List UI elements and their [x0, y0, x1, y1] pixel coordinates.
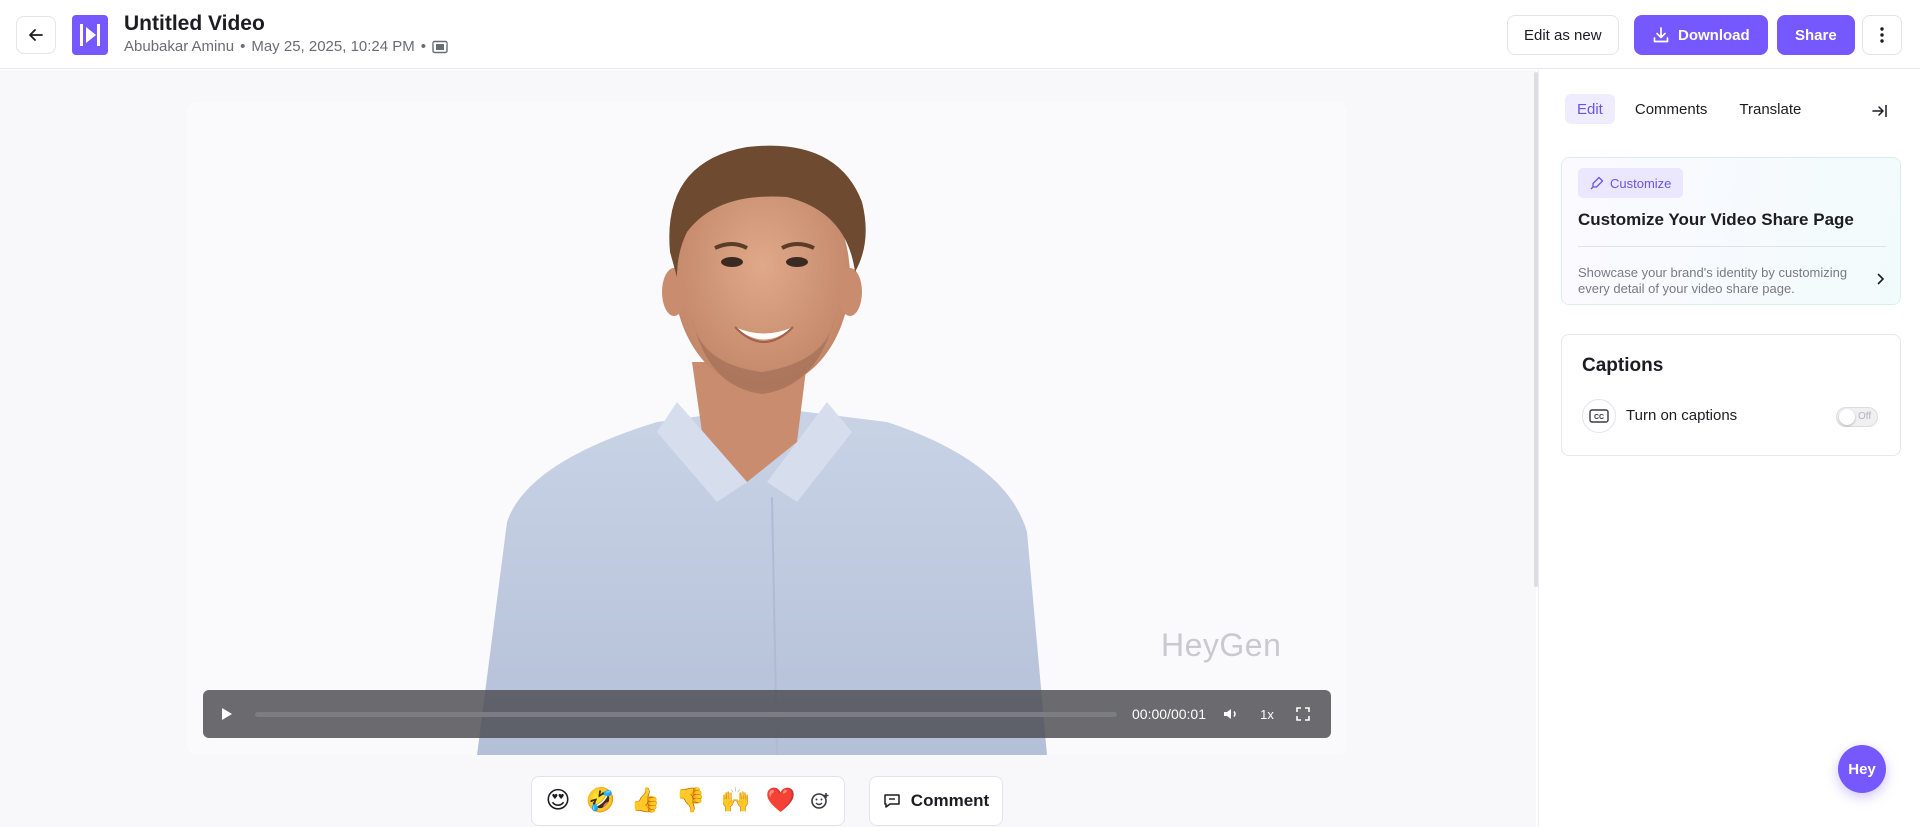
toggle-state-label: Off [1858, 411, 1872, 422]
customize-badge-label: Customize [1610, 175, 1672, 191]
reaction-heart-eyes[interactable]: 😍 [546, 789, 571, 813]
captions-toggle[interactable]: Off [1836, 407, 1878, 427]
reaction-raised-hands[interactable]: 🙌 [720, 789, 750, 813]
reaction-laughing[interactable]: 🤣 [586, 789, 616, 813]
fullscreen-button[interactable] [1289, 690, 1317, 738]
author-name: Abubakar Aminu [124, 38, 235, 55]
toggle-knob [1839, 409, 1855, 425]
arrow-left-icon [29, 29, 43, 41]
customize-description: Showcase your brand's identity by custom… [1578, 265, 1848, 296]
comment-label: Comment [910, 791, 990, 810]
tab-comments[interactable]: Comments [1623, 94, 1720, 124]
video-meta: Abubakar Aminu • May 25, 2025, 10:24 PM … [124, 38, 448, 55]
back-button[interactable] [16, 16, 56, 54]
comment-icon [884, 794, 900, 808]
divider [1578, 246, 1886, 247]
meta-separator: • [240, 38, 246, 55]
download-button[interactable]: Download [1634, 15, 1768, 55]
play-icon [222, 708, 232, 720]
svg-text:CC: CC [1594, 414, 1604, 421]
share-button[interactable]: Share [1777, 15, 1855, 55]
more-vertical-icon [1880, 27, 1884, 43]
hey-assistant-button[interactable]: Hey [1838, 745, 1886, 793]
chevron-right-icon [1872, 270, 1890, 288]
brush-icon [1590, 176, 1604, 190]
created-date: May 25, 2025, 10:24 PM [251, 38, 415, 55]
edit-as-new-button[interactable]: Edit as new [1507, 15, 1619, 55]
closed-captions-icon: CC [1582, 399, 1616, 433]
fullscreen-icon [1296, 707, 1310, 721]
tab-translate[interactable]: Translate [1727, 94, 1813, 124]
volume-button[interactable] [1217, 690, 1245, 738]
download-label: Download [1678, 26, 1750, 44]
progress-bar[interactable] [255, 712, 1117, 717]
video-title: Untitled Video [124, 12, 265, 35]
download-icon [1653, 27, 1669, 43]
collapse-panel-button[interactable] [1869, 100, 1891, 122]
comment-button[interactable]: Comment [869, 776, 1003, 826]
logo-mark-icon [80, 24, 100, 46]
playback-speed-button[interactable]: 1x [1253, 690, 1281, 738]
top-header: Untitled Video Abubakar Aminu • May 25, … [0, 0, 1920, 69]
captions-title: Captions [1582, 355, 1664, 376]
captions-label: Turn on captions [1626, 407, 1738, 424]
customize-title: Customize Your Video Share Page [1578, 210, 1854, 229]
panel-tabs: Edit Comments Translate [1565, 94, 1813, 124]
reaction-bar: 😍 🤣 👍 👎 🙌 ❤️ [531, 776, 845, 826]
volume-icon [1224, 709, 1236, 719]
customize-badge: Customize [1578, 168, 1684, 198]
more-options-button[interactable] [1862, 15, 1902, 55]
player-controls: 00:00/00:01 1x [203, 690, 1331, 738]
play-button[interactable] [215, 690, 239, 738]
time-display: 00:00/00:01 [1132, 706, 1206, 722]
captions-card: Captions CC Turn on captions Off [1561, 334, 1901, 456]
reaction-thumbs-up[interactable]: 👍 [631, 789, 661, 813]
film-icon [432, 40, 448, 53]
reaction-thumbs-down[interactable]: 👎 [676, 789, 706, 813]
heygen-logo [72, 15, 108, 55]
meta-separator: • [420, 38, 427, 55]
customize-share-page-card[interactable]: Customize Customize Your Video Share Pag… [1561, 157, 1901, 305]
side-panel: Edit Comments Translate Customize Custom… [1538, 70, 1920, 827]
add-emoji-icon [811, 793, 829, 809]
heygen-watermark: HeyGen [1161, 627, 1282, 663]
collapse-right-icon [1872, 105, 1887, 117]
reaction-heart[interactable]: ❤️ [765, 789, 795, 813]
video-player[interactable]: HeyGen 00:00/00:01 1x [187, 102, 1347, 755]
main-area: HeyGen 00:00/00:01 1x 😍 🤣 👍 👎 🙌 ❤️ Comme… [0, 70, 1536, 827]
add-reaction-button[interactable] [810, 791, 830, 811]
tab-edit[interactable]: Edit [1565, 94, 1615, 124]
